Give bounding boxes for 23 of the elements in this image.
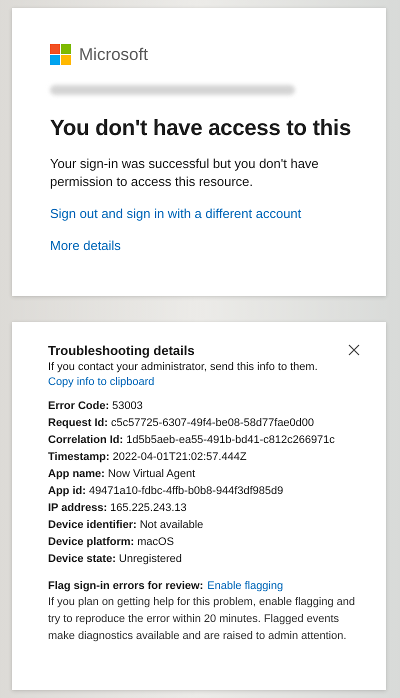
logo-icon	[50, 44, 71, 65]
link[interactable]: Sign out and sign in with a different account	[50, 205, 302, 223]
message-text: Your sign-in was successful but you don't have permission to access this resource.	[50, 155, 320, 191]
link[interactable]: More details	[50, 237, 121, 255]
detail-row-text: Timestamp: 2022-04-01T21:02:57.444Z	[48, 450, 248, 465]
detail-row-text: App name: Now Virtual Agent	[48, 467, 196, 482]
heading: You don't have access to this	[50, 115, 352, 141]
detail-row-text: Request Id: c5c57725-6307-49f4-be08-58d77fae0d00	[48, 416, 316, 431]
detail-row-text: Error Code: 53003	[48, 399, 144, 414]
detail-row-text: Device state: Unregistered	[48, 552, 183, 567]
detail-row-text: Correlation Id: 1d5b5aeb-ea55-491b-bd41-c812c266971c	[48, 433, 336, 448]
flag-description: If you plan on getting help for this problem, enable flagging and try to reproduce the error within 20 minutes. Flagged events make diagnostics available and are raised to admin attention.	[48, 595, 356, 644]
detail-row-text: IP address: 165.225.243.13	[48, 501, 188, 516]
enable-flagging-link[interactable]: Enable flagging	[207, 580, 284, 592]
close-icon[interactable]	[348, 344, 360, 356]
detail-row-text: Device platform: macOS	[48, 535, 175, 550]
detail-row-text: App id: 49471a10-fdbc-4ffb-b0b8-944f3df985d9	[48, 484, 284, 499]
brand-name: Microsoft	[79, 44, 148, 64]
detail-row-text: Device identifier: Not available	[48, 518, 204, 533]
details-title: Troubleshooting details	[48, 343, 195, 358]
intro-text: If you contact your administrator, send this info to them.	[48, 361, 319, 373]
copy-link[interactable]: Copy info to clipboard	[48, 376, 154, 388]
flag-label: Flag sign-in errors for review:	[48, 580, 204, 592]
